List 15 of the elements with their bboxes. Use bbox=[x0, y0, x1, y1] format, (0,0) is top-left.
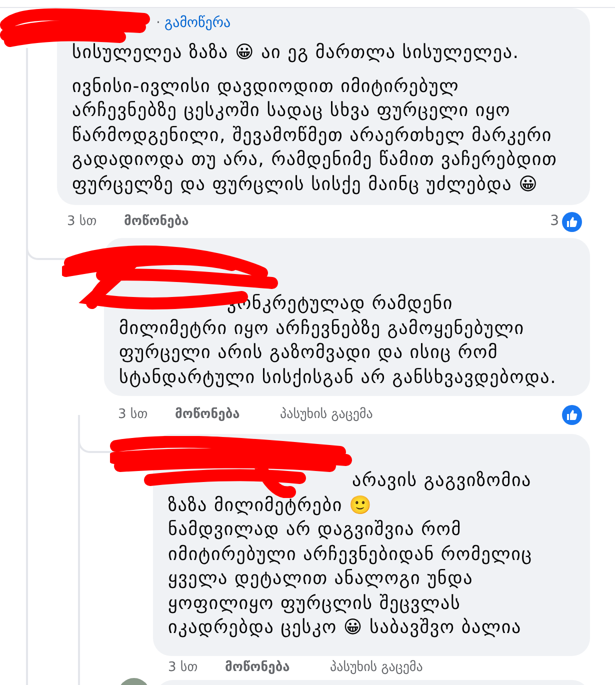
comment-text: სისულელეა ზაზა 😀 აი ეგ მართლა სისულელეა. bbox=[72, 41, 520, 65]
like-link[interactable]: მოწონება bbox=[124, 212, 229, 232]
comment-text: კონკრეტულად რამდენი მილიმეტრი იყო არჩევნებზე გამოყენებული ფურცელი არის გაზომვადი და ისიც რომ სტანდარტული სისქისგან არ განსხვავდებოდა. bbox=[119, 292, 558, 390]
like-link[interactable]: მოწონება bbox=[225, 658, 330, 678]
separator-dot: · bbox=[156, 14, 160, 32]
like-link[interactable]: მოწონება bbox=[175, 405, 280, 425]
comment-time[interactable]: 3 სთ bbox=[67, 212, 124, 232]
comment-time[interactable]: 3 სთ bbox=[118, 405, 175, 425]
reaction-count: 3 bbox=[550, 212, 559, 231]
comment-text: არავის გაგვიზომია ზაზა მილიმეტრები 🙂 ნამდვილად არ დაგვიშვია რომ იმიტირებული არჩევნებიდან რომელიც ყველა დეტალით ანალოგი უნდა ყოფილიყო ფურცლის შეცვლას იკადრებდა ცესკო 😀 საბავშვო ბალია bbox=[168, 469, 534, 640]
subscribe-link[interactable]: გამოწერა bbox=[164, 14, 231, 32]
comment-time[interactable]: 3 სთ bbox=[168, 658, 225, 678]
reply-link[interactable]: პასუხის გაცემა bbox=[330, 658, 423, 678]
comment-text: ივნისი-ივლისი დავდიოდით იმიტირებულ არჩევნებზე ცესკოში სადაც სხვა ფურცელი იყო წარმოდგენილი, შევამოწმეთ არაერთხელ მარკერი გადადიოდა თუ არა, რამდენიმე წამით ვაჩერებდით ფურცელზე და ფურცლის სისქე მაინც უძლებდა 😀 bbox=[72, 74, 558, 196]
reply-link[interactable]: პასუხის გაცემა bbox=[280, 405, 373, 425]
